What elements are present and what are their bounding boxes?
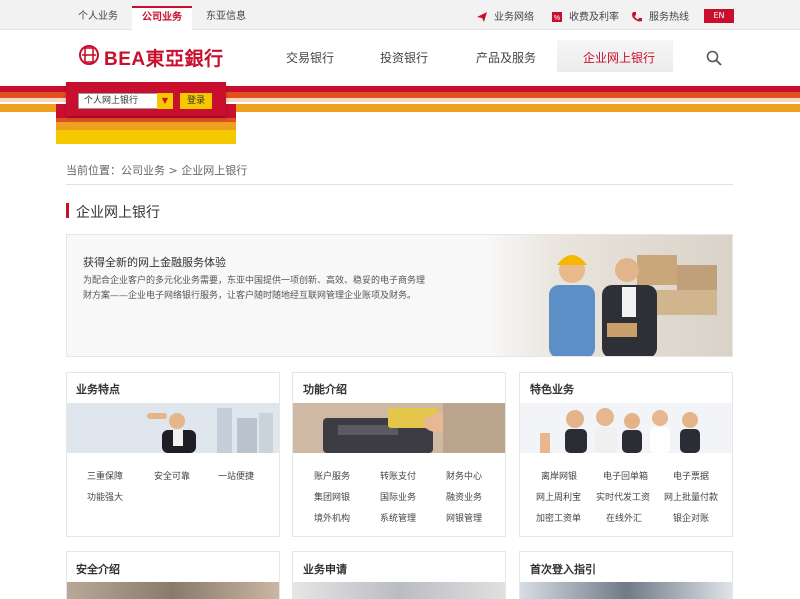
phone-icon bbox=[632, 12, 642, 22]
card-title-featured-services: 特色业务 bbox=[530, 383, 574, 396]
send-icon bbox=[477, 12, 487, 22]
link-group-ebanking[interactable]: 集团网银 bbox=[314, 490, 350, 503]
language-en-button[interactable]: EN bbox=[704, 9, 734, 23]
nav-products-services[interactable]: 产品及服务 bbox=[476, 49, 536, 66]
branch-network-link[interactable]: 业务网络 bbox=[476, 8, 534, 23]
link-e-bill[interactable]: 电子票据 bbox=[673, 469, 709, 482]
tab-corporate[interactable]: 公司业务 bbox=[132, 6, 192, 30]
business-people-image bbox=[487, 235, 732, 356]
card-title-first-login: 首次登入指引 bbox=[530, 563, 596, 576]
chevron-down-icon[interactable]: ▼ bbox=[157, 93, 173, 109]
svg-text:%: % bbox=[554, 15, 560, 22]
search-icon[interactable] bbox=[706, 50, 722, 66]
nav-corporate-ebanking[interactable]: 企业网上银行 bbox=[583, 49, 655, 66]
breadcrumb: 当前位置：公司业务 > 企业网上银行 bbox=[66, 164, 248, 177]
link-bank-reconciliation[interactable]: 银企对账 bbox=[673, 511, 709, 524]
nav-investment-banking[interactable]: 投资银行 bbox=[380, 49, 428, 66]
businessman-image bbox=[67, 403, 279, 453]
hotline-link[interactable]: 服务热线 bbox=[631, 8, 689, 23]
bea-logo[interactable]: BEA東亞銀行 bbox=[104, 44, 224, 71]
link-one-stop[interactable]: 一站便捷 bbox=[218, 469, 254, 482]
link-safe-reliable[interactable]: 安全可靠 bbox=[154, 469, 190, 482]
link-realtime-payroll[interactable]: 实时代发工资 bbox=[596, 490, 650, 503]
link-triple-security[interactable]: 三重保障 bbox=[87, 469, 123, 482]
rates-icon: % bbox=[552, 12, 562, 22]
security-image bbox=[67, 582, 279, 599]
link-weekly-interest[interactable]: 网上周利宝 bbox=[536, 490, 581, 503]
link-transfer-payment[interactable]: 转账支付 bbox=[380, 469, 416, 482]
title-accent-bar bbox=[66, 203, 69, 218]
bea-logo-icon bbox=[79, 45, 99, 65]
link-ebanking-management[interactable]: 网银管理 bbox=[446, 511, 482, 524]
link-e-receipt[interactable]: 电子回单箱 bbox=[603, 469, 648, 482]
nav-transaction-banking[interactable]: 交易银行 bbox=[286, 49, 334, 66]
link-account-service[interactable]: 账户服务 bbox=[314, 469, 350, 482]
link-overseas[interactable]: 境外机构 bbox=[314, 511, 350, 524]
link-financing[interactable]: 融资业务 bbox=[446, 490, 482, 503]
link-system-management[interactable]: 系统管理 bbox=[380, 511, 416, 524]
card-title-functions: 功能介绍 bbox=[303, 383, 347, 396]
top-bar: 个人业务 公司业务 东亚信息 业务网络 % 收费及利率 服务热线 EN bbox=[0, 0, 800, 30]
link-encrypted-payslip[interactable]: 加密工资单 bbox=[536, 511, 581, 524]
card-title-security: 安全介绍 bbox=[76, 563, 120, 576]
link-batch-payment[interactable]: 网上批量付款 bbox=[664, 490, 718, 503]
login-button[interactable]: 登录 bbox=[180, 93, 212, 109]
tab-personal[interactable]: 个人业务 bbox=[68, 6, 128, 30]
link-offshore-ebanking[interactable]: 离岸网银 bbox=[541, 469, 577, 482]
card-title-business-features: 业务特点 bbox=[76, 383, 120, 396]
card-payment-image bbox=[293, 403, 505, 453]
page-title: 企业网上银行 bbox=[76, 205, 160, 221]
card-title-application: 业务申请 bbox=[303, 563, 347, 576]
tab-bea-info[interactable]: 东亚信息 bbox=[196, 6, 256, 30]
fees-rates-link[interactable]: % 收费及利率 bbox=[551, 8, 619, 23]
divider bbox=[66, 184, 733, 185]
team-celebration-image bbox=[520, 403, 732, 453]
banner-description: 为配合企业客户的多元化业务需要，东亚中国提供一项创新、高效、稳妥的电子商务理财方… bbox=[83, 276, 426, 301]
first-login-image bbox=[520, 582, 732, 599]
link-online-fx[interactable]: 在线外汇 bbox=[606, 511, 642, 524]
application-image bbox=[293, 582, 505, 599]
banner-title: 获得全新的网上金融服务体验 bbox=[83, 256, 226, 269]
link-powerful[interactable]: 功能强大 bbox=[87, 490, 123, 503]
link-international[interactable]: 国际业务 bbox=[380, 490, 416, 503]
link-finance-center[interactable]: 财务中心 bbox=[446, 469, 482, 482]
